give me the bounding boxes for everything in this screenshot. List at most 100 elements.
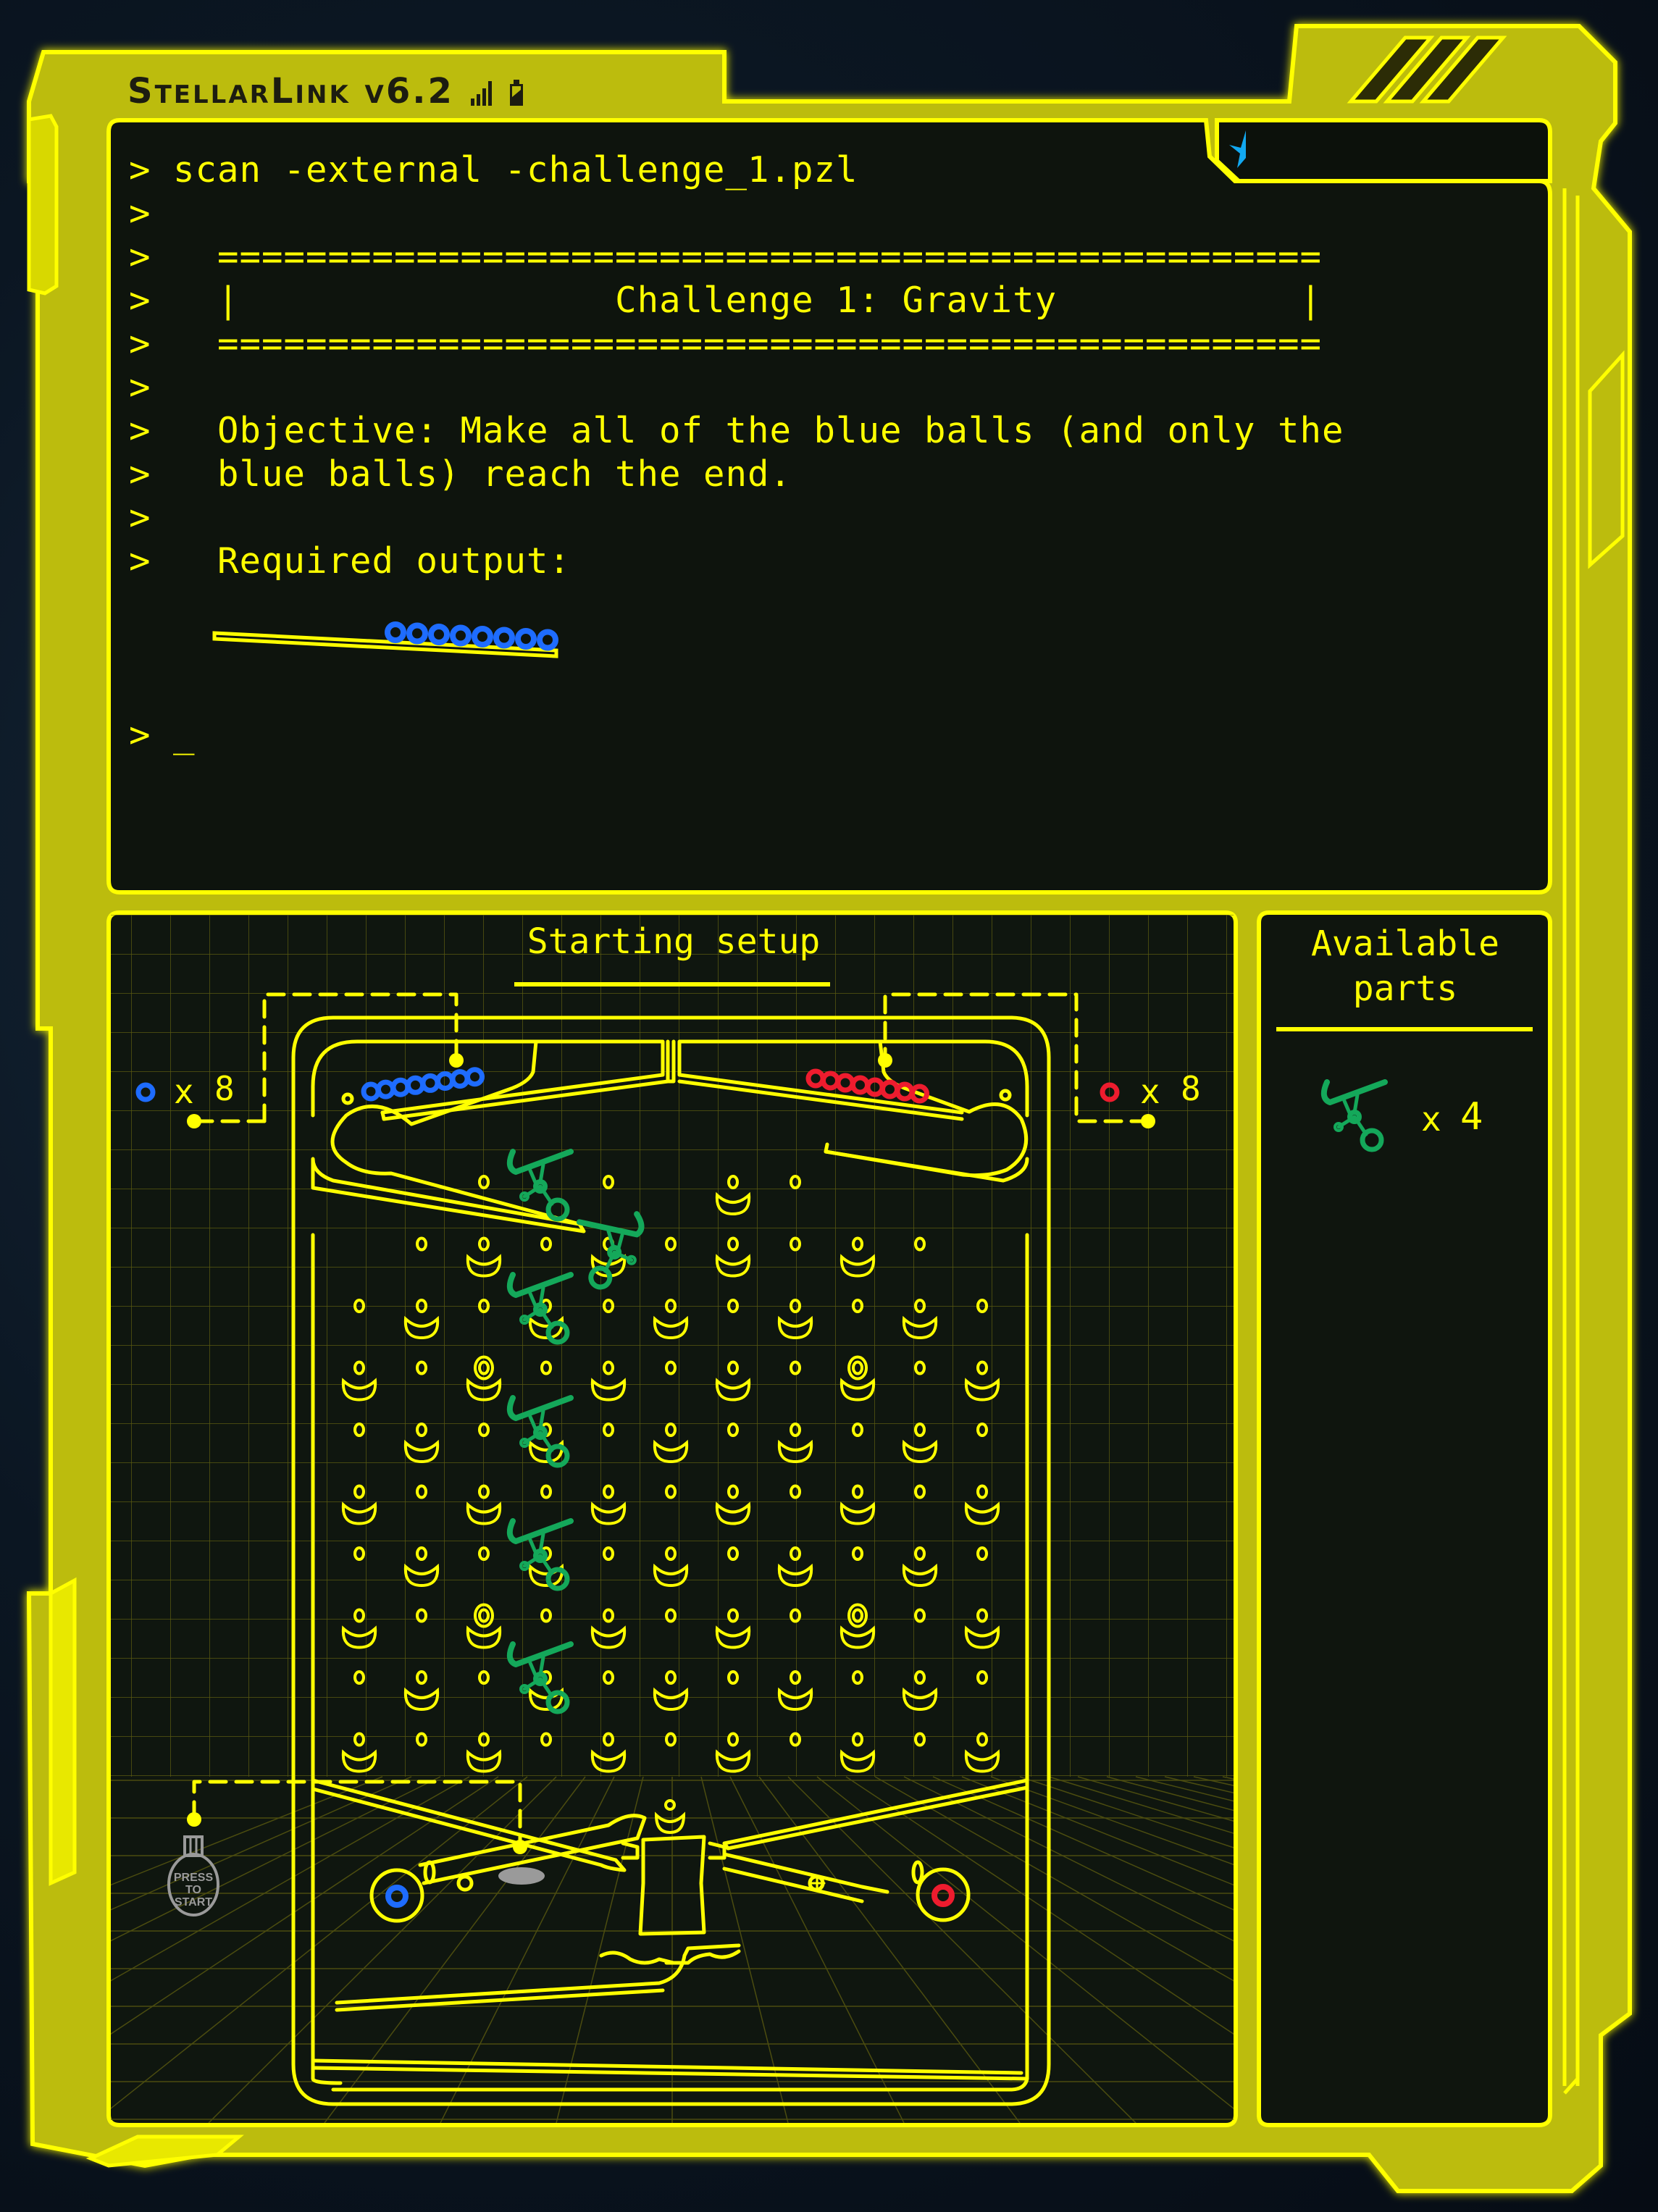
red-ball-queue xyxy=(805,1068,929,1104)
cup xyxy=(777,1315,813,1340)
peg xyxy=(727,1236,739,1252)
blue-ball-icon xyxy=(135,1082,156,1102)
peg xyxy=(976,1360,988,1375)
lower-funnel-right xyxy=(722,1778,1029,1851)
peg xyxy=(603,1670,614,1685)
cup xyxy=(777,1439,813,1464)
peg xyxy=(852,1299,863,1313)
peg xyxy=(416,1484,427,1499)
exit-ramp xyxy=(335,1943,741,2005)
left-multiplier: x xyxy=(174,1072,194,1111)
cup xyxy=(715,1254,751,1278)
peg xyxy=(478,1484,490,1499)
cup xyxy=(840,1378,876,1402)
peg xyxy=(790,1608,801,1623)
peg xyxy=(665,1236,677,1252)
peg xyxy=(852,1423,863,1437)
ramp-part[interactable] xyxy=(510,1275,571,1342)
peg xyxy=(478,1546,490,1561)
part-count: 4 xyxy=(1460,1095,1483,1139)
peg xyxy=(665,1732,677,1747)
peg xyxy=(790,1484,801,1499)
red-ball xyxy=(805,1068,826,1089)
peg-field xyxy=(341,1175,1000,1773)
cup xyxy=(715,1501,751,1525)
cup xyxy=(341,1625,377,1649)
peg xyxy=(416,1423,427,1437)
left-ball-count: 8 xyxy=(214,1069,235,1108)
press-to-start-button[interactable]: PRESS TO START xyxy=(163,1832,228,1927)
peg xyxy=(914,1360,926,1375)
peg xyxy=(540,1360,552,1375)
blue-ball xyxy=(450,1069,470,1089)
cup xyxy=(403,1687,440,1712)
peg xyxy=(665,1608,677,1623)
cup xyxy=(715,1191,751,1216)
red-ball xyxy=(850,1075,870,1095)
blue-ball xyxy=(435,1071,455,1091)
peg xyxy=(727,1484,739,1499)
peg xyxy=(603,1546,614,1561)
part-item-ramp[interactable]: x 4 xyxy=(1318,1079,1507,1159)
sensor-dot xyxy=(187,1812,201,1827)
center-gear-block xyxy=(638,1835,706,1936)
sensor-dot xyxy=(878,1053,892,1068)
peg xyxy=(540,1236,552,1252)
blue-ball xyxy=(376,1079,395,1099)
peg xyxy=(852,1484,863,1499)
blue-ball xyxy=(406,1075,425,1095)
peg xyxy=(540,1732,552,1747)
parts-heading: Available parts xyxy=(1260,921,1550,1011)
peg xyxy=(727,1299,739,1313)
peg xyxy=(353,1484,365,1499)
cup xyxy=(964,1501,1000,1525)
peg xyxy=(847,1355,868,1381)
peg xyxy=(353,1732,365,1747)
red-ball xyxy=(895,1081,915,1102)
peg xyxy=(976,1608,988,1623)
sensor-dot xyxy=(513,1840,527,1854)
cup xyxy=(466,1749,502,1773)
cup xyxy=(590,1501,627,1525)
peg xyxy=(727,1732,739,1747)
peg xyxy=(914,1423,926,1437)
peg xyxy=(416,1670,427,1685)
right-ball-count: 8 xyxy=(1181,1069,1201,1108)
cup xyxy=(403,1315,440,1340)
peg xyxy=(914,1546,926,1561)
cup xyxy=(777,1687,813,1712)
cup xyxy=(715,1378,751,1402)
ramp-part[interactable] xyxy=(579,1214,649,1289)
peg xyxy=(353,1423,365,1437)
cup xyxy=(653,1563,689,1588)
sensor-dot xyxy=(1141,1114,1155,1128)
red-exit-marker xyxy=(931,1884,955,1907)
peg xyxy=(790,1670,801,1685)
cup xyxy=(964,1625,1000,1649)
peg xyxy=(914,1299,926,1313)
cup xyxy=(403,1563,440,1588)
peg xyxy=(478,1423,490,1437)
parts-heading-underline xyxy=(1276,1027,1533,1031)
peg xyxy=(416,1608,427,1623)
peg xyxy=(727,1670,739,1685)
cup xyxy=(403,1439,440,1464)
blue-ball xyxy=(361,1081,381,1102)
blue-exit-marker xyxy=(385,1885,409,1908)
peg xyxy=(790,1423,801,1437)
peg xyxy=(603,1175,614,1189)
peg xyxy=(665,1360,677,1375)
peg xyxy=(540,1484,552,1499)
red-ball xyxy=(835,1073,855,1093)
peg xyxy=(790,1299,801,1313)
peg xyxy=(790,1360,801,1375)
cup xyxy=(341,1378,377,1402)
peg xyxy=(976,1484,988,1499)
peg xyxy=(976,1299,988,1313)
cup xyxy=(590,1749,627,1773)
bottom-deflector xyxy=(599,1951,676,1965)
peg xyxy=(416,1236,427,1252)
red-ball xyxy=(865,1077,885,1097)
peg xyxy=(603,1484,614,1499)
peg xyxy=(727,1175,739,1189)
